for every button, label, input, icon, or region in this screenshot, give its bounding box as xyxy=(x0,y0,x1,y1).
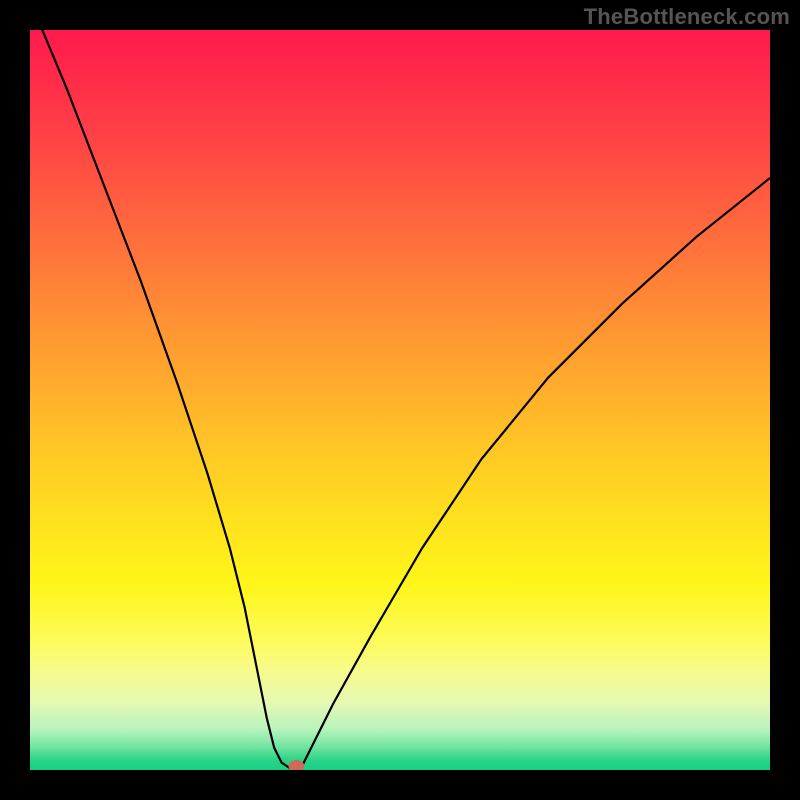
watermark-text: TheBottleneck.com xyxy=(584,4,790,30)
chart-frame: TheBottleneck.com xyxy=(0,0,800,800)
background-gradient xyxy=(30,30,770,770)
plot-area xyxy=(30,30,770,770)
